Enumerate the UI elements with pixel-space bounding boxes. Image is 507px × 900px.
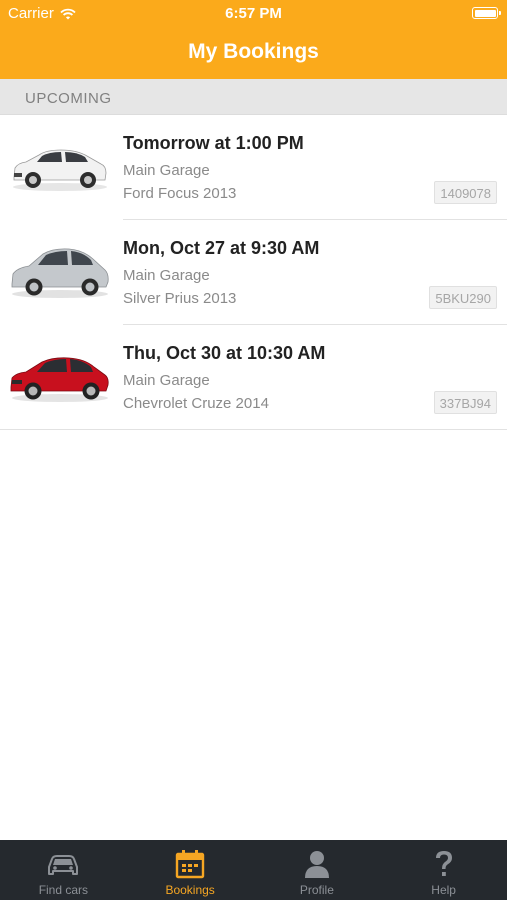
booking-row[interactable]: Tomorrow at 1:00 PM Main Garage Ford Foc… [0,115,507,220]
nav-header: Carrier 6:57 PM My Bookings [0,0,507,79]
page-title: My Bookings [188,40,319,63]
section-header-upcoming: UPCOMING [0,79,507,115]
tab-label: Help [431,883,456,897]
booking-car-model: Silver Prius 2013 [123,290,237,307]
car-image [13,149,107,191]
car-thumbnail [9,135,111,197]
booking-row[interactable]: Mon, Oct 27 at 9:30 AM Main Garage Silve… [0,220,507,325]
tab-label: Bookings [165,883,215,897]
question-icon [435,851,452,876]
booking-time: Mon, Oct 27 at 9:30 AM [123,238,320,258]
booking-row[interactable]: Thu, Oct 30 at 10:30 AM Main Garage Chev… [0,325,507,430]
booking-car-model: Ford Focus 2013 [123,185,237,202]
tab-help[interactable]: Help [380,840,507,900]
tab-label: Find cars [38,883,89,897]
tab-find-cars[interactable]: Find cars [0,840,127,900]
tab-bookings[interactable]: Bookings [127,840,254,900]
calendar-icon [175,850,205,879]
car-icon [48,855,79,875]
license-plate-badge: 337BJ94 [433,391,497,414]
battery-icon [472,7,501,19]
status-time: 6:57 PM [225,5,282,22]
booking-list: Tomorrow at 1:00 PM Main Garage Ford Foc… [0,115,507,430]
status-bar: Carrier 6:57 PM [0,0,507,28]
booking-location: Main Garage [123,162,210,179]
booking-time: Thu, Oct 30 at 10:30 AM [123,343,326,363]
car-thumbnail [9,345,111,407]
car-thumbnail [9,240,111,302]
booking-location: Main Garage [123,372,210,389]
booking-time: Tomorrow at 1:00 PM [123,133,304,153]
license-plate-badge: 5BKU290 [429,286,497,309]
section-label: UPCOMING [25,90,112,107]
booking-location: Main Garage [123,267,210,284]
tab-bar: Find cars Bookings Profile Help [0,840,507,900]
car-image [11,248,109,298]
tab-profile[interactable]: Profile [254,840,381,900]
license-plate-badge: 1409078 [434,181,497,204]
car-image [10,357,109,402]
booking-car-model: Chevrolet Cruze 2014 [123,395,269,412]
tab-label: Profile [299,883,334,897]
person-icon [304,851,329,878]
